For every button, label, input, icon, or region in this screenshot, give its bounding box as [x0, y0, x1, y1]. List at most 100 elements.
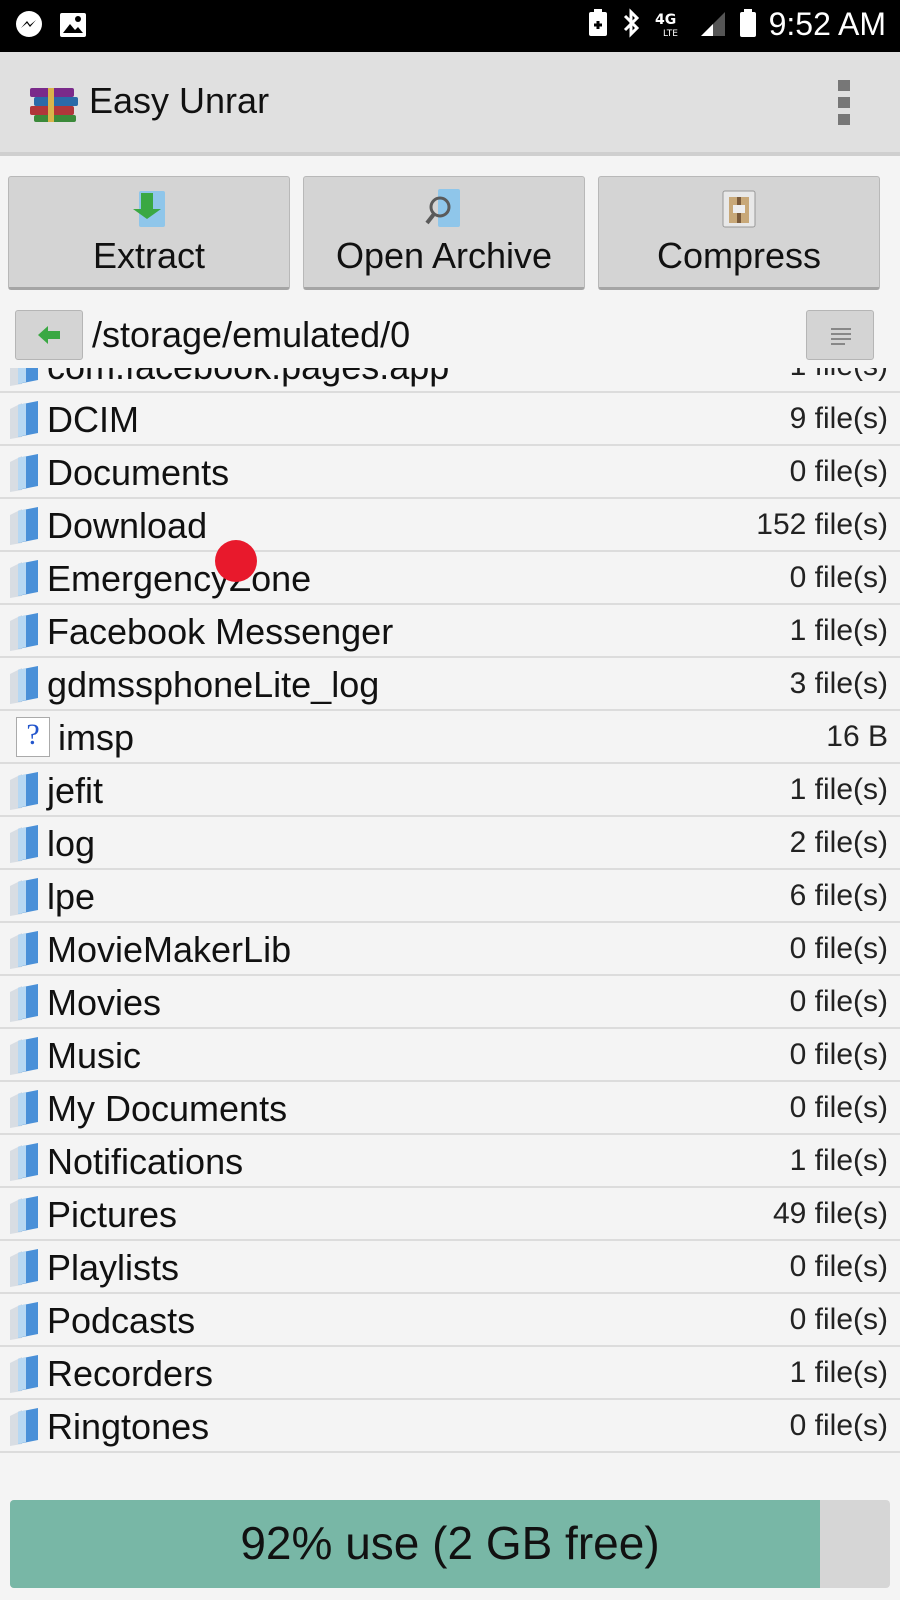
battery-saver-icon: [587, 8, 609, 42]
file-info: 0 file(s): [789, 1038, 888, 1071]
list-item[interactable]: Download 152 file(s): [0, 499, 900, 552]
file-name: lpe: [47, 876, 96, 917]
file-name: Movies: [47, 982, 162, 1023]
file-list[interactable]: com.facebook.pages.app 1 file(s) DCIM 9 fil…: [0, 368, 900, 1498]
file-name: Playlists: [47, 1247, 180, 1288]
list-item[interactable]: ? imsp 16 B: [0, 711, 900, 764]
back-button[interactable]: [15, 310, 83, 360]
file-name: Pictures: [47, 1194, 178, 1235]
folder-icon: [4, 1300, 44, 1342]
folder-icon: [4, 1141, 44, 1183]
svg-text:LTE: LTE: [663, 29, 678, 38]
app-bar: Easy Unrar: [0, 52, 900, 156]
overflow-menu-icon[interactable]: [838, 80, 852, 126]
file-info: 0 file(s): [789, 932, 888, 965]
list-item[interactable]: Pictures 49 file(s): [0, 1188, 900, 1241]
list-item[interactable]: My Documents 0 file(s): [0, 1082, 900, 1135]
folder-icon: [4, 1353, 44, 1395]
folder-icon: [4, 1088, 44, 1130]
touch-indicator: [215, 540, 257, 582]
extract-button[interactable]: Extract: [8, 176, 290, 290]
file-info: 1 file(s): [790, 368, 888, 383]
list-item[interactable]: Movies 0 file(s): [0, 976, 900, 1029]
folder-icon: [4, 368, 44, 388]
folder-icon: [4, 452, 44, 494]
file-info: 0 file(s): [789, 1091, 888, 1124]
folder-icon: [4, 399, 44, 441]
file-name: Documents: [47, 452, 230, 493]
compress-button[interactable]: Compress: [598, 176, 880, 290]
list-item[interactable]: lpe 6 file(s): [0, 870, 900, 923]
folder-icon: [4, 505, 44, 547]
file-name: Notifications: [47, 1141, 244, 1182]
file-info: 0 file(s): [789, 561, 888, 594]
file-info: 1 file(s): [789, 1144, 888, 1177]
file-name: MovieMakerLib: [47, 929, 292, 970]
file-info: 0 file(s): [789, 455, 888, 488]
list-item[interactable]: Documents 0 file(s): [0, 446, 900, 499]
storage-usage-bar: 92% use (2 GB free): [10, 1500, 890, 1588]
file-info: 1 file(s): [789, 773, 888, 806]
list-item[interactable]: Ringtones 0 file(s): [0, 1400, 900, 1453]
file-info: 1 file(s): [789, 1356, 888, 1389]
path-bar: /storage/emulated/0: [0, 306, 900, 366]
back-arrow-icon: [16, 326, 82, 363]
folder-icon: [4, 611, 44, 653]
open-archive-button[interactable]: Open Archive: [303, 176, 585, 290]
storage-usage-label: 92% use (2 GB free): [240, 1517, 660, 1569]
signal-icon: [699, 8, 727, 42]
folder-icon: [4, 770, 44, 812]
list-item[interactable]: EmergencyZone 0 file(s): [0, 552, 900, 605]
open-archive-label: Open Archive: [335, 235, 553, 276]
list-item[interactable]: Recorders 1 file(s): [0, 1347, 900, 1400]
file-name: gdmssphoneLite_log: [47, 664, 380, 705]
books-stack-icon: [28, 84, 80, 124]
file-name: Podcasts: [47, 1300, 196, 1341]
compress-icon: [719, 187, 759, 231]
list-item[interactable]: MovieMakerLib 0 file(s): [0, 923, 900, 976]
battery-icon: [739, 8, 757, 42]
list-item[interactable]: com.facebook.pages.app 1 file(s): [0, 368, 900, 393]
list-item[interactable]: gdmssphoneLite_log 3 file(s): [0, 658, 900, 711]
app-title: Easy Unrar: [89, 80, 270, 121]
list-item[interactable]: Podcasts 0 file(s): [0, 1294, 900, 1347]
folder-icon: [4, 1247, 44, 1289]
list-item[interactable]: Notifications 1 file(s): [0, 1135, 900, 1188]
file-info: 1 file(s): [789, 614, 888, 647]
file-name: Facebook Messenger: [47, 611, 394, 652]
folder-icon: [4, 876, 44, 918]
file-info: 0 file(s): [789, 1303, 888, 1336]
file-name: imsp: [58, 717, 135, 758]
file-info: 0 file(s): [789, 1250, 888, 1283]
list-item[interactable]: jefit 1 file(s): [0, 764, 900, 817]
folder-icon: [4, 1035, 44, 1077]
folder-icon: [4, 982, 44, 1024]
list-item[interactable]: Music 0 file(s): [0, 1029, 900, 1082]
folder-icon: [4, 1194, 44, 1236]
file-info: 2 file(s): [789, 826, 888, 859]
folder-icon: [4, 929, 44, 971]
file-info: 9 file(s): [789, 402, 888, 435]
list-item[interactable]: DCIM 9 file(s): [0, 393, 900, 446]
compress-label: Compress: [656, 235, 822, 276]
folder-icon: [4, 1406, 44, 1448]
current-path: /storage/emulated/0: [92, 314, 411, 355]
messenger-icon: [14, 10, 44, 44]
file-name: Recorders: [47, 1353, 214, 1394]
list-item[interactable]: Playlists 0 file(s): [0, 1241, 900, 1294]
file-name: EmergencyZone: [47, 558, 312, 599]
folder-icon: [4, 558, 44, 600]
file-name: Music: [47, 1035, 142, 1076]
file-name: Ringtones: [47, 1406, 210, 1447]
image-icon: [58, 10, 88, 44]
list-item[interactable]: Facebook Messenger 1 file(s): [0, 605, 900, 658]
file-name: My Documents: [47, 1088, 288, 1129]
unknown-file-icon: ?: [16, 717, 50, 757]
file-name: Download: [47, 505, 208, 546]
sort-button[interactable]: [806, 310, 874, 360]
extract-icon: [129, 187, 169, 231]
file-name: DCIM: [47, 399, 139, 440]
list-item[interactable]: log 2 file(s): [0, 817, 900, 870]
svg-text:4G: 4G: [655, 12, 676, 28]
4g-lte-icon: 4G LTE: [653, 8, 687, 42]
